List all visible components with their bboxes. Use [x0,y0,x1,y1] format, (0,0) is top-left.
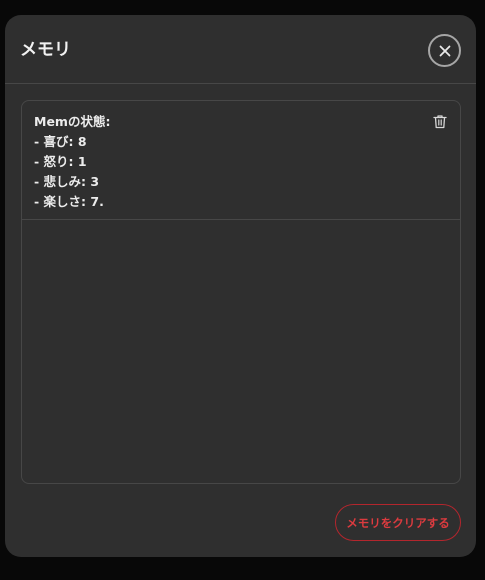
memory-dialog: メモリ Memの状態: - 喜び: 8 - 怒り: 1 - 悲しみ: 3 - 楽… [5,15,476,557]
dialog-title: メモリ [20,40,71,60]
close-button[interactable] [428,34,461,67]
delete-memory-button[interactable] [431,114,449,132]
close-icon [439,45,451,57]
memory-list: Memの状態: - 喜び: 8 - 怒り: 1 - 悲しみ: 3 - 楽しさ: … [21,100,461,484]
memory-text: Memの状態: - 喜び: 8 - 怒り: 1 - 悲しみ: 3 - 楽しさ: … [34,114,111,209]
clear-memory-button[interactable]: メモリをクリアする [335,504,461,541]
memory-item: Memの状態: - 喜び: 8 - 怒り: 1 - 悲しみ: 3 - 楽しさ: … [22,101,460,220]
dialog-header: メモリ [5,15,476,84]
trash-icon [433,114,447,133]
